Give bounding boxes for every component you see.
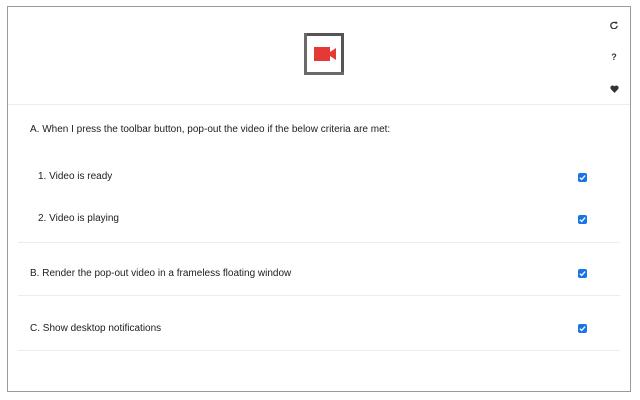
options-window: ? A. When I press the toolbar button, po… xyxy=(7,6,631,392)
setting-frameless-window-label: B. Render the pop-out video in a framele… xyxy=(30,267,292,279)
video-playing-checkbox[interactable] xyxy=(578,214,587,224)
section-a-title: A. When I press the toolbar button, pop-… xyxy=(30,124,391,135)
setting-desktop-notifications-label: C. Show desktop notifications xyxy=(30,322,162,334)
header: ? xyxy=(8,7,630,105)
frameless-window-checkbox[interactable] xyxy=(578,269,587,278)
setting-desktop-notifications: C. Show desktop notifications xyxy=(8,307,630,350)
desktop-notifications-checkbox[interactable] xyxy=(578,324,587,333)
settings-list: A. When I press the toolbar button, pop-… xyxy=(8,104,630,362)
video-camera-icon xyxy=(301,31,348,77)
divider-wrapper xyxy=(8,240,630,252)
setting-video-ready: 1. Video is ready xyxy=(8,156,630,198)
setting-video-playing: 2. Video is playing xyxy=(8,198,630,240)
divider xyxy=(18,295,620,296)
setting-video-playing-label: 2. Video is playing xyxy=(38,213,119,224)
help-button[interactable]: ? xyxy=(606,49,622,65)
section-a-title-row: A. When I press the toolbar button, pop-… xyxy=(8,104,630,156)
check-icon xyxy=(579,216,586,222)
check-icon xyxy=(579,174,586,180)
divider-wrapper xyxy=(8,295,630,307)
help-label: ? xyxy=(611,52,617,62)
side-actions: ? xyxy=(606,17,622,113)
video-ready-checkbox[interactable] xyxy=(578,172,587,182)
check-icon xyxy=(579,271,586,277)
refresh-icon xyxy=(610,21,618,29)
setting-video-ready-label: 1. Video is ready xyxy=(38,171,113,182)
divider-wrapper xyxy=(8,350,630,362)
divider xyxy=(18,350,620,351)
divider xyxy=(18,242,620,243)
check-icon xyxy=(579,326,586,332)
heart-icon xyxy=(609,85,619,93)
donate-button[interactable] xyxy=(606,81,622,97)
refresh-button[interactable] xyxy=(606,17,622,33)
setting-frameless-window: B. Render the pop-out video in a framele… xyxy=(8,252,630,295)
